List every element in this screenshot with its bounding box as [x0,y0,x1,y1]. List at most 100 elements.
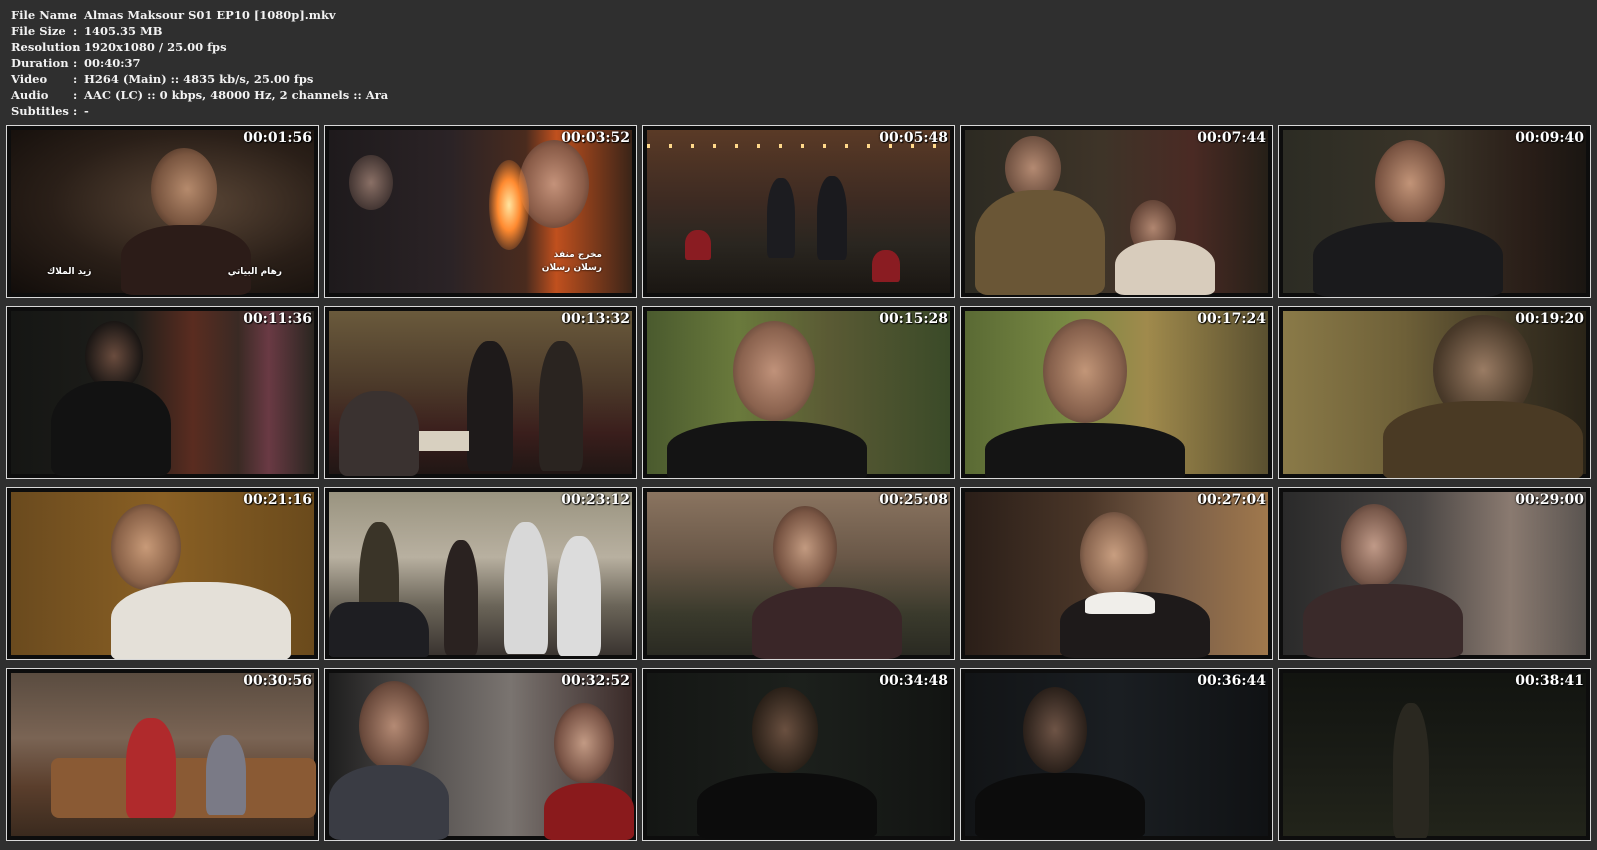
frame-image [647,130,950,293]
info-separator: : [73,40,78,54]
video-thumbnail: 00:11:36 [6,306,319,479]
person-figure [126,718,176,818]
frame-image [965,311,1268,478]
info-label: Subtitles [11,104,69,118]
frame-image [329,311,632,476]
person-head [1341,504,1407,588]
info-value: 00:40:37 [84,56,141,70]
media-info-panel: File Name : Almas Maksour S01 EP10 [1080… [11,7,388,119]
person-head [359,681,429,771]
info-row-resolution: Resolution : 1920x1080 / 25.00 fps [11,39,388,55]
info-label: File Size [11,24,66,38]
info-label: Audio [11,88,49,102]
person-figure [467,341,513,471]
person-figure [539,341,583,471]
info-label: Duration [11,56,69,70]
info-value: 1405.35 MB [84,24,163,38]
info-row-subtitles: Subtitles : - [11,103,388,119]
person-figure [111,582,291,659]
timestamp: 00:05:48 [879,130,948,146]
info-label: File Name [11,8,77,22]
info-value: AAC (LC) :: 0 kbps, 48000 Hz, 2 channels… [84,88,389,102]
timestamp: 00:09:40 [1515,130,1584,146]
credit-caption: زيد الملاك [47,267,92,277]
info-separator: : [73,72,78,86]
person-head [1080,512,1148,598]
credit-caption: رهام البياتي [227,267,282,277]
person-figure [1303,584,1463,658]
timestamp: 00:07:44 [1197,130,1266,146]
person-figure [975,773,1145,839]
video-thumbnail: 00:19:20 [1278,306,1591,479]
timestamp: 00:32:52 [561,673,630,689]
timestamp: 00:23:12 [561,492,630,508]
person-figure [985,423,1185,478]
info-value: 1920x1080 / 25.00 fps [84,40,227,54]
person-head [554,703,614,783]
car [329,602,429,657]
frame-image [647,311,950,478]
video-thumbnail: 00:17:24 [960,306,1273,479]
video-thumbnail: 00:07:44 [960,125,1273,298]
frame-image [1283,673,1586,838]
person-head [111,504,181,590]
info-row-file-name: File Name : Almas Maksour S01 EP10 [1080… [11,7,388,23]
person-figure [1383,401,1583,478]
person-figure [339,391,419,476]
person-figure [121,225,251,295]
video-thumbnail: 00:09:40 [1278,125,1591,298]
person-head [1375,140,1445,226]
info-row-video: Video : H264 (Main) :: 4835 kb/s, 25.00 … [11,71,388,87]
info-label: Resolution [11,40,81,54]
person-figure [206,735,246,815]
person-figure [767,178,795,258]
frame-image [1283,130,1586,297]
timestamp: 00:19:20 [1515,311,1584,327]
info-separator: : [73,88,78,102]
person-figure [1313,222,1503,297]
person-figure [329,765,449,840]
person-figure [51,381,171,476]
video-thumbnail: 00:38:41 [1278,668,1591,841]
frame-image [647,673,950,839]
video-thumbnail: 00:23:12 [324,487,637,660]
credit-caption: مخرج منفذ رسلان رسلان [542,249,602,275]
info-value: Almas Maksour S01 EP10 [1080p].mkv [84,8,336,22]
person-figure [1115,240,1215,295]
info-label: Video [11,72,48,86]
person-figure [667,421,867,478]
info-row-file-size: File Size : 1405.35 MB [11,23,388,39]
person-head [1023,687,1087,773]
info-separator: : [73,8,78,22]
frame-image [965,130,1268,295]
info-separator: : [73,104,78,118]
timestamp: 00:17:24 [1197,311,1266,327]
timestamp: 00:21:16 [243,492,312,508]
frame-image [965,673,1268,839]
timestamp: 00:36:44 [1197,673,1266,689]
person-head [733,321,815,421]
frame-image [1283,492,1586,658]
info-separator: : [73,24,78,38]
info-row-audio: Audio : AAC (LC) :: 0 kbps, 48000 Hz, 2 … [11,87,388,103]
person-figure [697,773,877,839]
frame-image [329,673,634,840]
collar [1085,592,1155,614]
info-value: - [84,104,89,118]
frame-image [11,492,314,659]
frame-image [1283,311,1586,478]
frame-image [647,492,950,659]
info-value: H264 (Main) :: 4835 kb/s, 25.00 fps [84,72,314,86]
timestamp: 00:15:28 [879,311,948,327]
info-row-duration: Duration : 00:40:37 [11,55,388,71]
person-head [349,155,393,210]
frame-image [329,492,632,657]
video-thumbnail: 00:13:32 [324,306,637,479]
video-thumbnail: 00:30:56 [6,668,319,841]
timestamp: 00:01:56 [243,130,312,146]
video-thumbnail: 00:05:48 [642,125,955,298]
red-chair [872,250,900,282]
timestamp: 00:38:41 [1515,673,1584,689]
video-thumbnail: 00:27:04 [960,487,1273,660]
timestamp: 00:34:48 [879,673,948,689]
